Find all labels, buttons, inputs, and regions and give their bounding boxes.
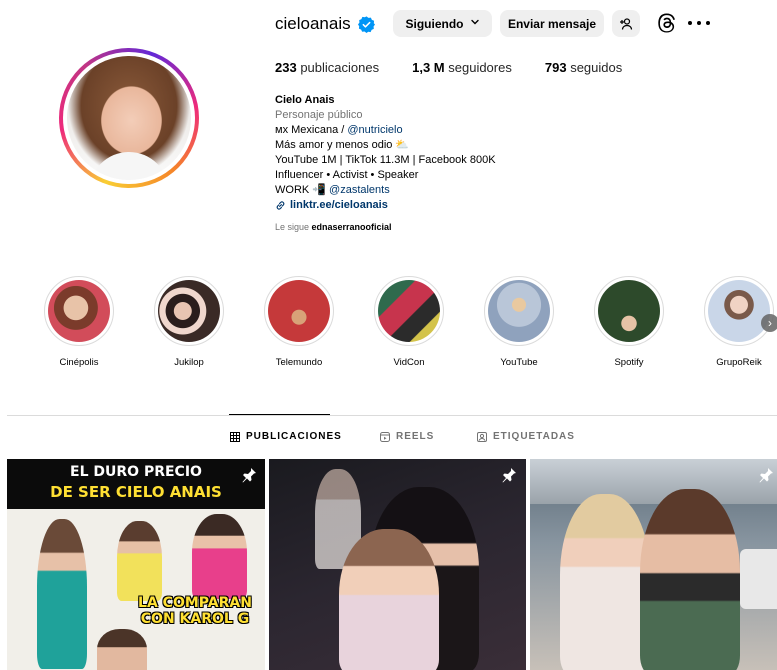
post-thumbnail[interactable] <box>530 459 777 670</box>
post-figure <box>339 529 439 670</box>
suggested-users-button[interactable] <box>612 10 640 37</box>
highlight-cover <box>268 280 330 342</box>
pin-icon <box>759 468 773 483</box>
profile-avatar[interactable] <box>59 48 199 188</box>
link-icon <box>276 201 285 210</box>
highlight-jukilop[interactable]: Jukilop <box>147 270 231 368</box>
story-highlights: Cinépolis Jukilop Telemundo VidCon YouTu… <box>0 270 777 380</box>
bio-line-5-text: WORK 📲 <box>275 184 330 196</box>
bio-line-3: YouTube 1M | TikTok 11.3M | Facebook 800… <box>275 154 496 166</box>
post-thumbnail[interactable] <box>269 459 526 670</box>
add-person-icon <box>620 17 633 30</box>
bio-line-1: ᴍx Mexicana / @nutricielo <box>275 123 496 138</box>
post-thumbnail[interactable]: EL DURO PRECIO DE SER CIELO ANAIS LA COM… <box>7 459 265 670</box>
tabs-divider <box>7 415 777 416</box>
more-options-icon[interactable] <box>688 12 710 34</box>
profile-category: Personaje público <box>275 109 363 121</box>
pin-icon <box>242 468 256 483</box>
mention-nutricielo[interactable]: @nutricielo <box>347 124 402 136</box>
highlight-label: Jukilop <box>174 357 204 368</box>
highlight-cover <box>488 280 550 342</box>
followers-count: 1,3 M <box>412 60 445 75</box>
mention-zastalents[interactable]: @zastalents <box>329 184 390 196</box>
post-figure <box>560 494 650 670</box>
pin-icon <box>502 468 516 483</box>
profile-bio: Cielo Anais Personaje público ᴍx Mexican… <box>275 93 496 213</box>
highlight-cover <box>378 280 440 342</box>
following-button[interactable]: Siguiendo <box>393 10 492 37</box>
bio-line-5: WORK 📲 @zastalents <box>275 183 496 198</box>
highlight-spotify[interactable]: Spotify <box>587 270 671 368</box>
highlight-label: YouTube <box>500 357 538 368</box>
post-headline-3: LA COMPARAN CON KAROL G <box>138 595 252 627</box>
threads-icon[interactable] <box>656 12 678 34</box>
bio-line-4: Influencer • Activist • Speaker <box>275 169 419 181</box>
post-figure <box>192 514 247 599</box>
followers-stat[interactable]: 1,3 M seguidores <box>412 60 512 75</box>
highlight-label: Spotify <box>614 357 644 368</box>
chevron-right-icon[interactable]: › <box>761 314 777 332</box>
highlight-cover <box>708 280 770 342</box>
avatar-photo <box>67 56 191 180</box>
following-count: 793 <box>544 60 567 75</box>
post-figure <box>640 489 740 670</box>
followed-by[interactable]: Le sigue ednaserranooficial <box>275 222 392 232</box>
tab-etiquetadas[interactable]: ETIQUETADAS <box>477 431 575 442</box>
highlight-vidcon[interactable]: VidCon <box>367 270 451 368</box>
highlight-cover <box>48 280 110 342</box>
chevron-down-icon <box>470 17 480 30</box>
posts-label: publicaciones <box>300 60 380 75</box>
verified-badge-icon <box>357 15 375 33</box>
highlight-cover <box>598 280 660 342</box>
post-figure <box>97 629 147 670</box>
post-headline-1: EL DURO PRECIO <box>70 464 202 480</box>
active-tab-indicator <box>229 414 330 415</box>
highlight-cinepolis[interactable]: Cinépolis <box>37 270 121 368</box>
tab-reels[interactable]: REELS <box>380 431 434 442</box>
posts-stat: 233 publicaciones <box>275 60 379 75</box>
post-headline-2: DE SER CIELO ANAIS <box>50 483 222 501</box>
tab-publicaciones[interactable]: PUBLICACIONES <box>230 431 342 442</box>
tagged-icon <box>477 431 487 442</box>
followers-label: seguidores <box>448 60 512 75</box>
followed-by-prefix: Le sigue <box>275 222 312 232</box>
followed-by-user: ednaserranooficial <box>311 222 392 232</box>
following-stat[interactable]: 793 seguidos <box>545 60 622 75</box>
post-figure <box>117 521 162 601</box>
profile-stats: 233 publicaciones 1,3 M seguidores 793 s… <box>275 60 655 75</box>
tab-label: REELS <box>396 431 435 442</box>
tab-label: ETIQUETADAS <box>493 431 575 442</box>
tab-label: PUBLICACIONES <box>246 431 342 442</box>
display-name: Cielo Anais <box>275 94 335 106</box>
username[interactable]: cieloanais <box>275 14 351 34</box>
highlight-telemundo[interactable]: Telemundo <box>257 270 341 368</box>
username-row: cieloanais <box>275 10 375 38</box>
highlight-label: Cinépolis <box>59 357 99 368</box>
highlight-youtube[interactable]: YouTube <box>477 270 561 368</box>
bio-link[interactable]: linktr.ee/cieloanais <box>275 198 496 213</box>
highlight-label: VidCon <box>393 357 425 368</box>
message-button[interactable]: Enviar mensaje <box>500 10 604 37</box>
highlight-cover <box>158 280 220 342</box>
highlight-label: Telemundo <box>275 357 323 368</box>
post-figure <box>37 519 87 669</box>
following-label: seguidos <box>570 60 623 75</box>
bio-link-text: linktr.ee/cieloanais <box>290 199 388 211</box>
grid-icon <box>230 431 240 442</box>
following-button-label: Siguiendo <box>405 16 464 31</box>
reels-icon <box>380 431 390 442</box>
bio-line-2: Más amor y menos odio ⛅ <box>275 139 410 151</box>
bio-line-1-text: ᴍx Mexicana / <box>275 124 348 136</box>
posts-count: 233 <box>275 60 297 75</box>
highlight-label: GrupoReik <box>716 357 762 368</box>
